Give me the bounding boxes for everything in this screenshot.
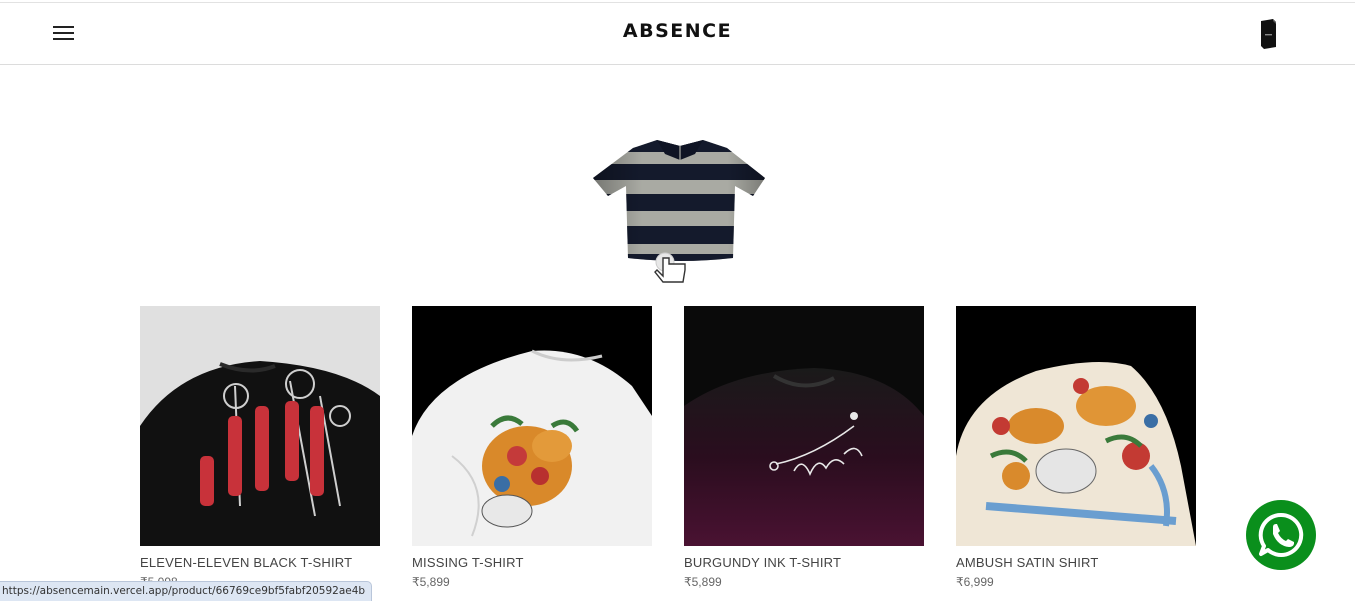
product-card[interactable]: MISSING T-SHIRT ₹5,899 xyxy=(412,306,652,596)
product-name[interactable]: MISSING T-SHIRT xyxy=(412,555,652,570)
satin-shirt-tiger-floral-print[interactable] xyxy=(956,306,1196,546)
whatsapp-icon xyxy=(1258,512,1304,557)
brand-logo[interactable]: ABSENCE xyxy=(0,20,1355,42)
product-price: ₹6,999 xyxy=(956,575,994,589)
product-card[interactable]: AMBUSH SATIN SHIRT ₹6,999 xyxy=(956,306,1196,596)
cart-button[interactable] xyxy=(1256,16,1282,52)
black-tshirt-red-floral-print[interactable] xyxy=(140,306,380,546)
white-tshirt-tiger-floral-print[interactable] xyxy=(412,306,652,546)
site-header: ABSENCE xyxy=(0,3,1355,65)
product-card[interactable]: BURGUNDY INK T-SHIRT ₹5,899 xyxy=(684,306,924,596)
status-bar-url: https://absencemain.vercel.app/product/6… xyxy=(0,581,373,601)
phone-cart-icon xyxy=(1261,19,1276,49)
whatsapp-button[interactable] xyxy=(1246,500,1316,570)
product-card[interactable]: ELEVEN-ELEVEN BLACK T-SHIRT ₹5,098 xyxy=(140,306,380,596)
product-name[interactable]: ELEVEN-ELEVEN BLACK T-SHIRT xyxy=(140,555,380,570)
product-name[interactable]: AMBUSH SATIN SHIRT xyxy=(956,555,1196,570)
burgundy-tshirt-script-print[interactable] xyxy=(684,306,924,546)
striped-polo-3d-model xyxy=(593,140,765,283)
product-price: ₹5,899 xyxy=(412,575,450,589)
product-name[interactable]: BURGUNDY INK T-SHIRT xyxy=(684,555,924,570)
product-price: ₹5,899 xyxy=(684,575,722,589)
hero-3d-model[interactable] xyxy=(585,130,775,285)
